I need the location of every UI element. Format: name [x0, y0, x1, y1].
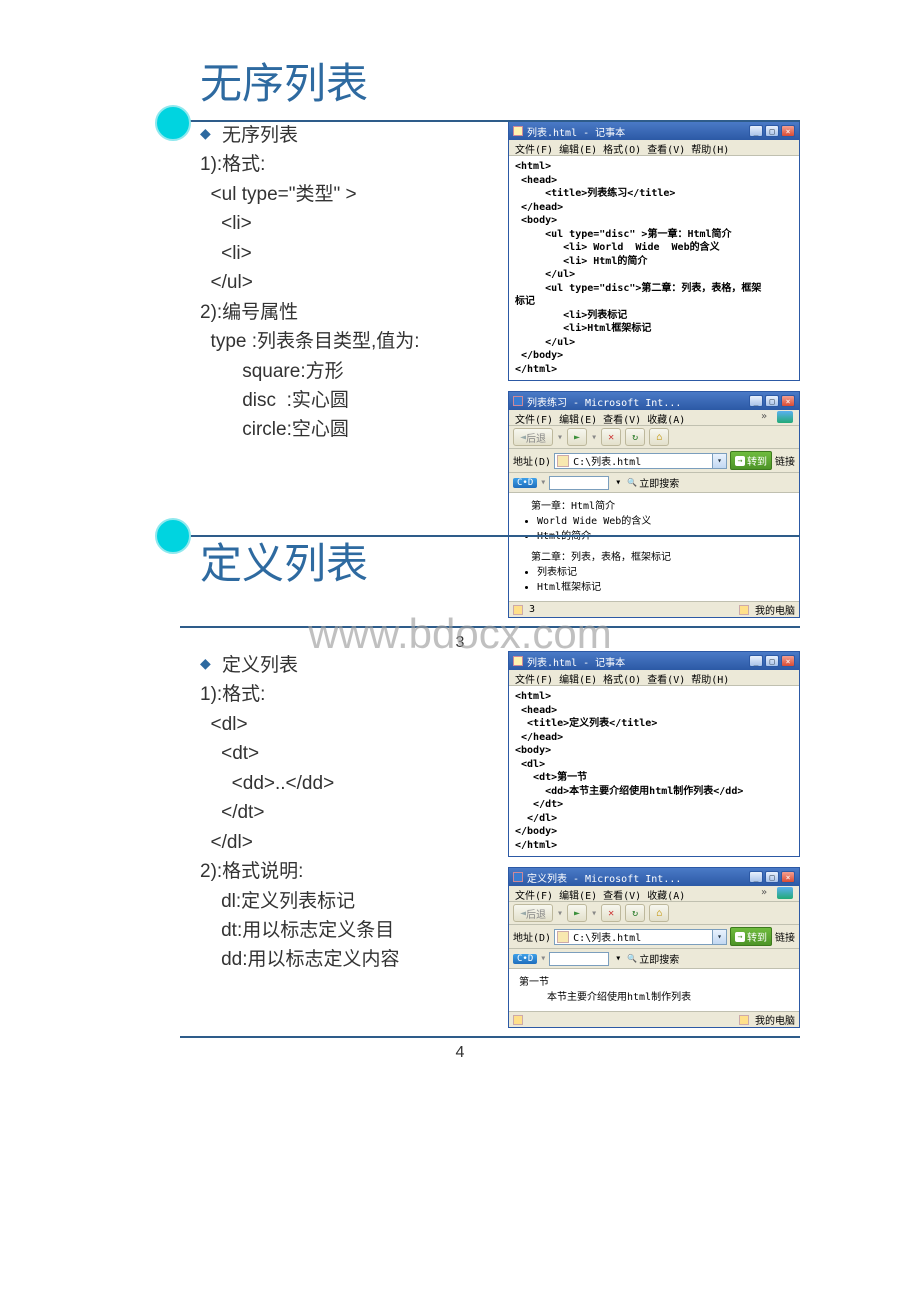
minimize-button[interactable]: _: [749, 871, 763, 883]
computer-icon: [739, 1015, 749, 1025]
home-button[interactable]: ⌂: [649, 904, 669, 922]
window-title: 列表.html - 记事本: [527, 654, 625, 669]
notepad-content[interactable]: <html> <head> <title>列表练习</title> </head…: [509, 156, 799, 380]
ie-icon: [513, 396, 523, 406]
ie-logo-icon: [777, 411, 793, 423]
search-button[interactable]: 立即搜索: [627, 951, 679, 966]
notepad-icon: [513, 126, 523, 136]
home-button[interactable]: ⌂: [649, 428, 669, 446]
bullet-subtitle: 定义列表: [200, 651, 490, 680]
go-button[interactable]: 转到: [730, 927, 772, 946]
slide-title: 定义列表: [200, 530, 920, 591]
bullet-subtitle: 无序列表: [200, 121, 490, 150]
bullet-dot-icon: [155, 105, 191, 141]
titlebar[interactable]: 列表练习 - Microsoft Int... _ □ ×: [509, 392, 799, 410]
bullet-dot-icon: [155, 518, 191, 554]
notepad-icon: [513, 656, 523, 666]
slide-body: 定义列表 1):格式: <dl> <dt> <dd>..</dd> </dt> …: [200, 651, 490, 1028]
back-button[interactable]: ◄ 后退: [513, 904, 553, 922]
search-input[interactable]: [549, 476, 609, 490]
stop-button[interactable]: ✕: [601, 428, 621, 446]
page-number: 4: [0, 1044, 920, 1062]
refresh-button[interactable]: ↻: [625, 904, 645, 922]
search-dropdown[interactable]: ▾: [612, 953, 624, 964]
menubar[interactable]: 文件(F) 编辑(E) 格式(O) 查看(V) 帮助(H): [509, 670, 799, 686]
ie-toolbar: ◄ 后退 ▾ ► ▾ ✕ ↻ ⌂: [509, 902, 799, 925]
menubar[interactable]: 文件(F) 编辑(E) 格式(O) 查看(V) 帮助(H): [509, 140, 799, 156]
maximize-button[interactable]: □: [765, 395, 779, 407]
address-combo[interactable]: ▾: [554, 453, 727, 469]
menubar[interactable]: 文件(F) 编辑(E) 查看(V) 收藏(A) »: [509, 410, 799, 426]
ie-window: 定义列表 - Microsoft Int... _ □ × 文件(F) 编辑(E…: [508, 867, 800, 1028]
page-icon: [557, 455, 569, 467]
cnd-badge[interactable]: C•D: [513, 954, 537, 964]
titlebar[interactable]: 列表.html - 记事本 _ □ ×: [509, 652, 799, 670]
statusbar: 我的电脑: [509, 1011, 799, 1027]
links-label[interactable]: 链接: [775, 929, 795, 944]
titlebar[interactable]: 定义列表 - Microsoft Int... _ □ ×: [509, 868, 799, 886]
minimize-button[interactable]: _: [749, 395, 763, 407]
ie-toolbar: ◄ 后退 ▾ ► ▾ ✕ ↻ ⌂: [509, 426, 799, 449]
close-button[interactable]: ×: [781, 395, 795, 407]
doc-icon: [513, 1015, 523, 1025]
address-combo[interactable]: ▾: [554, 929, 727, 945]
back-button[interactable]: ◄ 后退: [513, 428, 553, 446]
slide-2: 定义列表 定义列表 1):格式: <dl> <dt> <dd>..</dd> <…: [0, 500, 920, 970]
notepad-content[interactable]: <html> <head> <title>定义列表</title> </head…: [509, 686, 799, 856]
close-button[interactable]: ×: [781, 655, 795, 667]
forward-button[interactable]: ►: [567, 904, 587, 922]
minimize-button[interactable]: _: [749, 125, 763, 137]
address-label: 地址(D): [513, 929, 551, 944]
page-icon: [557, 931, 569, 943]
page-content: 第一节 本节主要介绍使用html制作列表: [509, 969, 799, 1011]
search-dropdown[interactable]: ▾: [612, 477, 624, 488]
maximize-button[interactable]: □: [765, 871, 779, 883]
titlebar[interactable]: 列表.html - 记事本 _ □ ×: [509, 122, 799, 140]
go-button[interactable]: 转到: [730, 451, 772, 470]
address-dropdown[interactable]: ▾: [712, 930, 726, 944]
menubar[interactable]: 文件(F) 编辑(E) 查看(V) 收藏(A) »: [509, 886, 799, 902]
maximize-button[interactable]: □: [765, 655, 779, 667]
stop-button[interactable]: ✕: [601, 904, 621, 922]
search-input[interactable]: [549, 952, 609, 966]
chevron-icon[interactable]: »: [761, 411, 767, 424]
close-button[interactable]: ×: [781, 125, 795, 137]
search-button[interactable]: 立即搜索: [627, 475, 679, 490]
address-input[interactable]: [571, 454, 712, 468]
address-dropdown[interactable]: ▾: [712, 454, 726, 468]
refresh-button[interactable]: ↻: [625, 428, 645, 446]
minimize-button[interactable]: _: [749, 655, 763, 667]
address-input[interactable]: [571, 930, 712, 944]
window-title: 列表.html - 记事本: [527, 124, 625, 139]
maximize-button[interactable]: □: [765, 125, 779, 137]
links-label[interactable]: 链接: [775, 453, 795, 468]
close-button[interactable]: ×: [781, 871, 795, 883]
forward-button[interactable]: ►: [567, 428, 587, 446]
ie-icon: [513, 872, 523, 882]
window-title: 定义列表 - Microsoft Int...: [527, 870, 681, 885]
address-label: 地址(D): [513, 453, 551, 468]
notepad-window: 列表.html - 记事本 _ □ × 文件(F) 编辑(E) 格式(O) 查看…: [508, 121, 800, 381]
slide-title: 无序列表: [200, 50, 920, 111]
ie-logo-icon: [777, 887, 793, 899]
window-title: 列表练习 - Microsoft Int...: [527, 394, 681, 409]
cnd-badge[interactable]: C•D: [513, 478, 537, 488]
slide-1: 无序列表 无序列表 1):格式: <ul type="类型" > <li> <l…: [0, 0, 920, 470]
chevron-icon[interactable]: »: [761, 887, 767, 900]
notepad-window: 列表.html - 记事本 _ □ × 文件(F) 编辑(E) 格式(O) 查看…: [508, 651, 800, 857]
